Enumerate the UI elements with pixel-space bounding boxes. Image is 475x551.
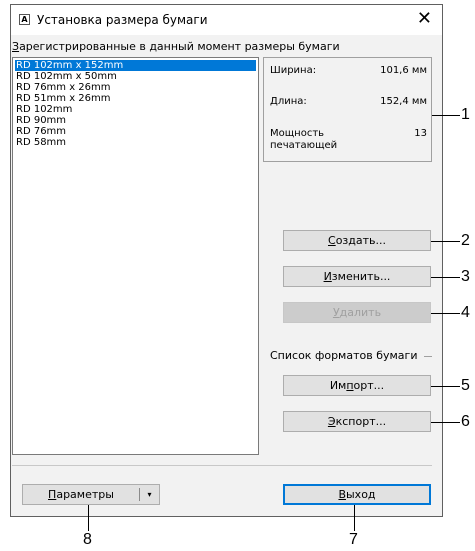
list-item[interactable]: RD 76mm x 26mm xyxy=(15,82,256,93)
callout-line-6 xyxy=(431,422,460,423)
callout-2: 2 xyxy=(461,232,470,249)
list-item[interactable]: RD 102mm x 50mm xyxy=(15,71,256,82)
import-button[interactable]: Импорт... xyxy=(283,375,431,396)
callout-4: 4 xyxy=(461,304,470,321)
callout-line-7 xyxy=(354,505,355,531)
title-bar: A Установка размера бумаги ✕ xyxy=(11,5,442,35)
create-button[interactable]: Создать... xyxy=(283,230,431,251)
width-label: Ширина: xyxy=(270,65,317,76)
list-item[interactable]: RD 51mm x 26mm xyxy=(15,93,256,104)
app-icon: A xyxy=(19,14,30,25)
format-list-divider xyxy=(424,356,432,357)
list-item[interactable]: RD 76mm xyxy=(15,126,256,137)
callout-6: 6 xyxy=(461,413,470,430)
length-value: 152,4 мм xyxy=(380,96,427,107)
params-split-button[interactable]: Параметры ▾ xyxy=(22,484,160,505)
list-item[interactable]: RD 102mm xyxy=(15,104,256,115)
length-label: Длина: xyxy=(270,96,307,107)
callout-line-3 xyxy=(431,277,460,278)
registered-sizes-label: Зарегистрированные в данный момент разме… xyxy=(12,40,340,53)
callout-8: 8 xyxy=(83,531,92,548)
params-button[interactable]: Параметры xyxy=(23,485,139,504)
exit-button[interactable]: Выход xyxy=(283,484,431,505)
callout-line-2 xyxy=(431,241,460,242)
callout-line-5 xyxy=(431,386,460,387)
callout-1: 1 xyxy=(461,106,470,123)
close-icon[interactable]: ✕ xyxy=(417,9,432,29)
window-title: Установка размера бумаги xyxy=(37,13,208,27)
chevron-down-icon[interactable]: ▾ xyxy=(140,485,159,504)
footer-separator xyxy=(12,465,432,466)
power-label: Мощность печатающей xyxy=(270,128,338,151)
callout-line-8 xyxy=(88,505,89,531)
width-value: 101,6 мм xyxy=(380,65,427,76)
edit-button[interactable]: Изменить... xyxy=(283,266,431,287)
delete-button[interactable]: Удалить xyxy=(283,302,431,323)
list-item[interactable]: RD 90mm xyxy=(15,115,256,126)
paper-size-list[interactable]: RD 102mm x 152mm RD 102mm x 50mm RD 76mm x… xyxy=(12,57,259,455)
list-item[interactable]: RD 58mm xyxy=(15,137,256,148)
list-item[interactable]: RD 102mm x 152mm xyxy=(15,60,256,71)
paper-info-panel: Ширина: 101,6 мм Длина: 152,4 мм Мощност… xyxy=(263,57,432,162)
callout-5: 5 xyxy=(461,377,470,394)
callout-3: 3 xyxy=(461,268,470,285)
callout-line-1 xyxy=(432,115,460,116)
callout-7: 7 xyxy=(349,531,358,548)
export-button[interactable]: Экспорт... xyxy=(283,411,431,432)
callout-line-4 xyxy=(431,313,460,314)
format-list-label: Список форматов бумаги xyxy=(270,349,418,362)
power-value: 13 xyxy=(414,128,427,139)
